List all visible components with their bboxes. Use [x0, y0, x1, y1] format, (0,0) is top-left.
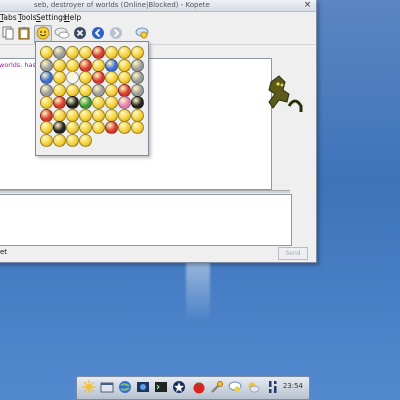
window-title: seb, destroyer of worlds (Online|Blocked…: [34, 1, 210, 9]
weather-icon[interactable]: [245, 380, 260, 395]
emoticon-item[interactable]: [105, 71, 118, 84]
emoticon-item[interactable]: [79, 58, 92, 72]
emoticon-item[interactable]: [92, 121, 105, 134]
emoticon-item[interactable]: [66, 96, 79, 109]
emoticon-item[interactable]: [92, 96, 105, 109]
emoticon-item[interactable]: [66, 133, 79, 147]
window-titlebar[interactable]: seb, destroyer of worlds (Online|Blocked…: [0, 0, 316, 12]
paste-icon[interactable]: [16, 26, 31, 41]
emoticon-item[interactable]: [53, 133, 66, 147]
back-icon[interactable]: [90, 26, 105, 41]
emoticon-item[interactable]: [53, 71, 66, 84]
emoticon-item[interactable]: [105, 108, 118, 122]
emoticon-item[interactable]: [131, 58, 144, 72]
copy-icon[interactable]: [0, 26, 15, 41]
contact-avatar: [265, 72, 310, 116]
menu-tabs[interactable]: Tabs: [0, 12, 17, 23]
emoticon-item[interactable]: [40, 108, 53, 122]
emoticon-item[interactable]: [131, 83, 144, 97]
emoticon-item[interactable]: [118, 58, 131, 72]
emoticon-item[interactable]: [40, 96, 53, 109]
emoticon-item[interactable]: [40, 46, 53, 59]
emoticon-item[interactable]: [92, 108, 105, 122]
emoticon-item[interactable]: [66, 121, 79, 134]
emoticon-item[interactable]: [118, 121, 131, 134]
emoticon-item[interactable]: [66, 83, 79, 97]
emoticon-item[interactable]: [79, 46, 92, 59]
emoticon-item[interactable]: [40, 133, 53, 147]
close-window-button[interactable]: ×: [303, 1, 312, 10]
menubar: Tabs Tools Settings Help: [0, 12, 316, 23]
statusbar: et Send: [0, 246, 316, 260]
terminal-icon[interactable]: [153, 380, 168, 395]
chat-icon[interactable]: [54, 26, 70, 41]
emoticon-item[interactable]: [53, 96, 66, 109]
forward-icon[interactable]: [108, 26, 123, 41]
menu-tools[interactable]: Tools: [18, 12, 36, 23]
close-chat-icon[interactable]: [72, 26, 87, 41]
emoticon-item[interactable]: [118, 71, 131, 84]
emoticon-item[interactable]: [92, 83, 105, 97]
emoticon-item[interactable]: [53, 108, 66, 122]
chat-icon[interactable]: [227, 380, 242, 395]
emoticon-item[interactable]: [79, 133, 92, 147]
clock: 23:54: [282, 382, 303, 390]
emoticon-item[interactable]: [40, 71, 53, 84]
tools-icon[interactable]: [209, 380, 224, 395]
emoticon-item[interactable]: [40, 121, 53, 134]
status-text: et: [0, 248, 8, 256]
emoticon-item[interactable]: [79, 108, 92, 122]
globe-icon[interactable]: [117, 380, 132, 395]
emoticon-item[interactable]: [79, 96, 92, 109]
emoticon-item[interactable]: [66, 71, 79, 84]
emoticon-item[interactable]: [131, 71, 144, 84]
emoticon-item[interactable]: [105, 83, 118, 97]
emoticon-item[interactable]: [105, 121, 118, 134]
emoticon-item[interactable]: [53, 121, 66, 134]
send-button[interactable]: Send: [278, 247, 308, 260]
emoticon-item[interactable]: [79, 121, 92, 134]
emoticon-item[interactable]: [131, 46, 144, 59]
tomato-icon[interactable]: [191, 380, 206, 395]
emoticon-item[interactable]: [105, 58, 118, 72]
emoticon-item[interactable]: [131, 121, 144, 134]
taskbar: 23:54: [76, 376, 310, 400]
emoticon-item[interactable]: [66, 46, 79, 59]
emoticon-item[interactable]: [40, 83, 53, 97]
emoticon-item[interactable]: [92, 71, 105, 84]
emoticon-item[interactable]: [105, 46, 118, 59]
message-input[interactable]: [0, 194, 292, 246]
emoticon-item[interactable]: [92, 46, 105, 59]
emoticon-item[interactable]: [40, 58, 53, 72]
emoticon-selector-popup: [35, 41, 149, 156]
emoticon-item[interactable]: [53, 58, 66, 72]
emoticon-item[interactable]: [118, 108, 131, 122]
send-file-icon[interactable]: [134, 26, 149, 41]
desktop-light-beam: [186, 262, 210, 322]
emoticon-item[interactable]: [53, 83, 66, 97]
menu-settings[interactable]: Settings: [36, 12, 67, 23]
chat-message: worlds. has l: [0, 61, 40, 69]
emoticon-item[interactable]: [105, 96, 118, 109]
emoticon-item[interactable]: [118, 96, 131, 109]
kde-icon[interactable]: [81, 380, 96, 395]
emoticon-item[interactable]: [131, 96, 144, 109]
emoticon-item[interactable]: [131, 108, 144, 122]
emoticon-item[interactable]: [118, 46, 131, 59]
konqueror-icon[interactable]: [135, 380, 150, 395]
emoticon-item[interactable]: [92, 58, 105, 72]
window-icon[interactable]: [99, 380, 114, 395]
emoticon-item[interactable]: [53, 46, 66, 59]
emoticon-item[interactable]: [66, 108, 79, 122]
emoticon-item[interactable]: [79, 71, 92, 84]
menu-help[interactable]: Help: [64, 12, 81, 23]
emoticon-item[interactable]: [66, 58, 79, 72]
kopete-icon[interactable]: [171, 380, 186, 395]
emoticon-item[interactable]: [79, 83, 92, 97]
emoticon-item[interactable]: [118, 83, 131, 97]
mixer-icon[interactable]: [265, 380, 280, 395]
splitter[interactable]: [0, 190, 290, 193]
